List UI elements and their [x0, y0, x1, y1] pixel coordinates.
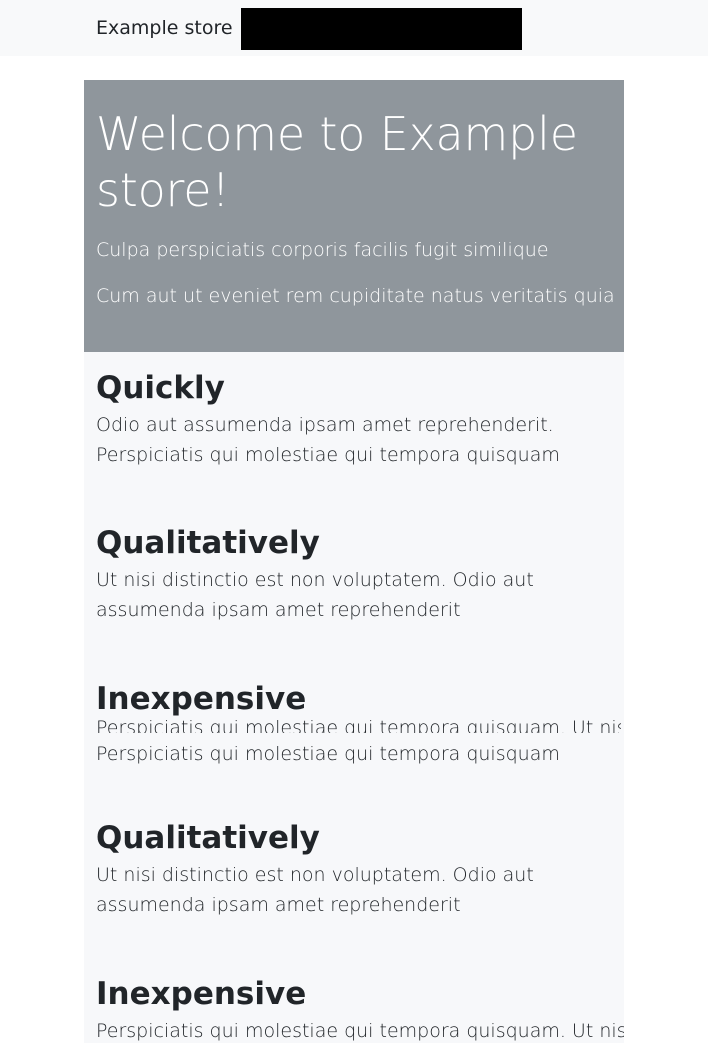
feature-card: Inexpensive Perspiciatis qui molestiae q… — [96, 974, 624, 1043]
feature-title: Quickly — [96, 370, 225, 406]
feature-text: Ut nisi distinctio est non voluptatem. O… — [96, 569, 534, 621]
brand-link[interactable]: Example store — [96, 15, 233, 41]
feature-card: Qualitatively Ut nisi distinctio est non… — [96, 818, 621, 920]
feature-text: Odio aut assumenda ipsam amet reprehende… — [96, 414, 560, 466]
feature-text: Perspiciatis qui molestiae qui tempora q… — [96, 1020, 624, 1042]
hero-title: Welcome to Example store! — [96, 107, 578, 217]
feature-card: Qualitatively Ut nisi distinctio est non… — [96, 523, 621, 625]
feature-title: Qualitatively — [96, 820, 320, 856]
hero-text-2: Cum aut ut eveniet rem cupiditate natus … — [96, 285, 615, 307]
feature-card: Inexpensive Perspiciatis qui molestiae q… — [96, 679, 621, 733]
feature-card: Quickly Odio aut assumenda ipsam amet re… — [96, 368, 621, 470]
feature-title: Inexpensive — [96, 976, 307, 1012]
feature-text: Ut nisi distinctio est non voluptatem. O… — [96, 864, 534, 916]
hero-text-1: Culpa perspiciatis corporis facilis fugi… — [96, 239, 549, 261]
feature-text-overlap: Perspiciatis qui molestiae qui tempora q… — [96, 743, 560, 765]
feature-text-clip: Perspiciatis qui molestiae qui tempora q… — [96, 719, 621, 733]
navbar: Example store — [0, 0, 708, 56]
features-section: Quickly Odio aut assumenda ipsam amet re… — [84, 352, 624, 1043]
feature-title: Qualitatively — [96, 525, 320, 561]
hero-banner: Welcome to Example store! Culpa perspici… — [84, 80, 624, 352]
feature-text: Perspiciatis qui molestiae qui tempora q… — [96, 719, 621, 733]
feature-title: Inexpensive — [96, 681, 307, 717]
search-input[interactable] — [241, 8, 522, 50]
